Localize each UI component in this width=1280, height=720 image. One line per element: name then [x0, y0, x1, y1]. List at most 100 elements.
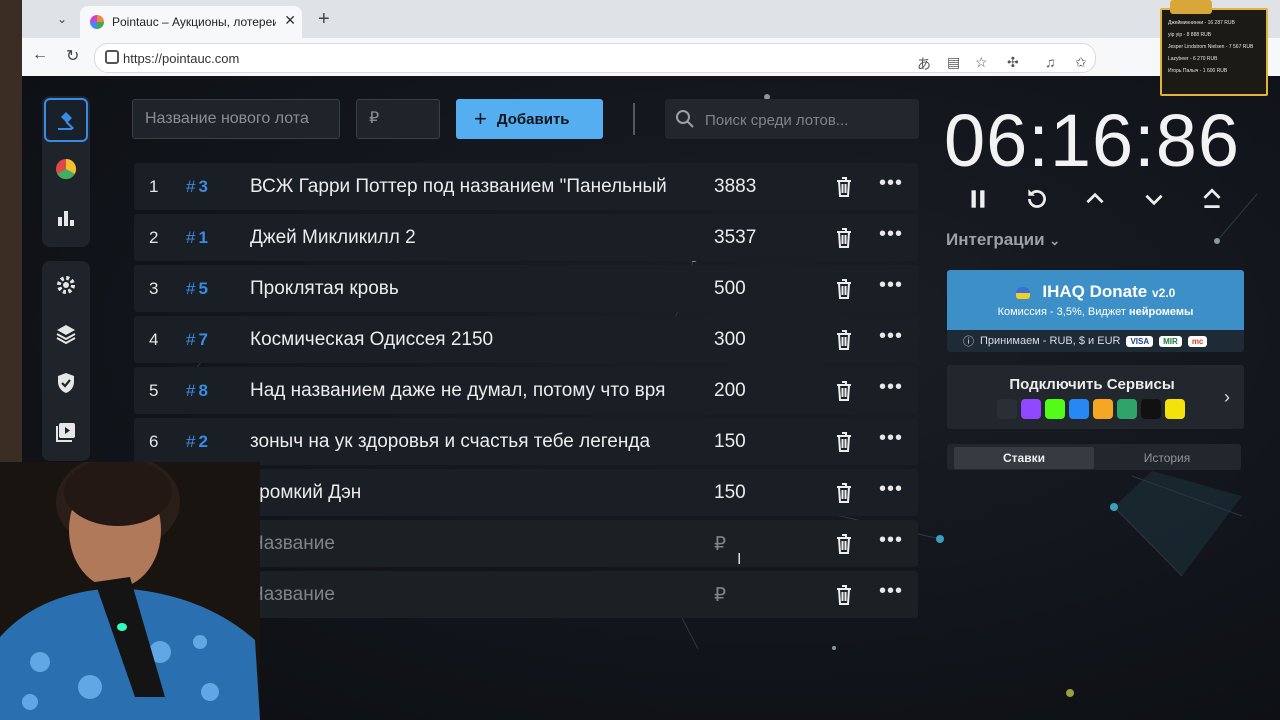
- donor-entry: Jesper Lindstrom Nielsen - 7 567 RUB: [1168, 44, 1254, 50]
- extensions-puzzle-icon[interactable]: ✣: [1007, 54, 1019, 71]
- more-options-icon[interactable]: •••: [879, 478, 903, 501]
- lot-amount-field[interactable]: 150: [714, 431, 746, 453]
- back-arrow-icon[interactable]: ←: [32, 46, 48, 64]
- lot-name-field[interactable]: Джей Микликилл 2: [250, 227, 690, 249]
- lot-id: #3: [186, 177, 208, 196]
- top-donors-overlay: Джейминнинни - 16 287 RUB yip yip - 8 888…: [1160, 0, 1268, 96]
- trash-icon[interactable]: [834, 431, 854, 453]
- media-icon[interactable]: ♫: [1045, 54, 1056, 70]
- trash-icon[interactable]: [834, 533, 854, 555]
- service-icon-5[interactable]: [1117, 399, 1137, 419]
- reload-icon[interactable]: ↻: [66, 46, 79, 66]
- trash-icon[interactable]: [834, 329, 854, 351]
- favorite-star-icon[interactable]: ☆: [975, 54, 988, 71]
- more-options-icon[interactable]: •••: [879, 529, 903, 552]
- favorites-list-icon[interactable]: ✩: [1075, 54, 1087, 71]
- lot-name-field[interactable]: Название: [250, 533, 690, 555]
- service-icon-1[interactable]: [1021, 399, 1041, 419]
- subtract-time-button[interactable]: [1137, 184, 1171, 214]
- sidebar-item-layers[interactable]: [44, 312, 88, 356]
- sidebar-item-settings[interactable]: [44, 263, 88, 307]
- donate-payment-methods: ⓘ Принимаем - RUB, $ и EUR VISA MIR mc: [947, 330, 1244, 352]
- mir-card-icon: MIR: [1159, 335, 1182, 347]
- service-icon-7[interactable]: [1165, 399, 1185, 419]
- more-options-icon[interactable]: •••: [879, 172, 903, 195]
- double-time-button[interactable]: [1195, 184, 1229, 214]
- trash-icon[interactable]: [834, 278, 854, 300]
- service-icon-0[interactable]: [997, 399, 1017, 419]
- service-icon-3[interactable]: [1069, 399, 1089, 419]
- donate-version: v2.0: [1151, 286, 1176, 300]
- sidebar-item-security[interactable]: [44, 361, 88, 405]
- lot-name-field[interactable]: ВСЖ Гарри Поттер под названием "Панельны…: [250, 176, 690, 198]
- lot-id-value: 3: [198, 177, 208, 196]
- more-options-icon[interactable]: •••: [879, 427, 903, 450]
- browser-tab[interactable]: Pointauc – Аукционы, лотереи и ✕: [80, 6, 302, 38]
- more-options-icon[interactable]: •••: [879, 376, 903, 399]
- service-icon-2[interactable]: [1045, 399, 1065, 419]
- address-bar[interactable]: https://pointauc.com あ ▤ ☆ ✣ ♫ ✩: [94, 43, 1096, 73]
- trash-icon[interactable]: [834, 380, 854, 402]
- lot-amount-field[interactable]: 3537: [714, 227, 756, 249]
- lot-row[interactable]: 6 #2 зоныч на ук здоровья и счастья тебе л…: [134, 418, 918, 465]
- donate-service-name: IHAQ Donate: [1042, 282, 1148, 301]
- lot-amount-field[interactable]: 500: [714, 278, 746, 300]
- add-time-button[interactable]: [1078, 184, 1112, 214]
- translate-icon[interactable]: あ: [917, 54, 931, 74]
- new-tab-plus-icon[interactable]: +: [318, 8, 330, 30]
- lot-amount-field[interactable]: ₽: [714, 533, 726, 556]
- more-options-icon[interactable]: •••: [879, 274, 903, 297]
- new-lot-amount-input[interactable]: [356, 99, 440, 139]
- lot-row[interactable]: 5 #8 Над названием даже не думал, потому ч…: [134, 367, 918, 414]
- service-icon-4[interactable]: [1093, 399, 1113, 419]
- reader-mode-icon[interactable]: ▤: [947, 54, 960, 71]
- lot-name-field[interactable]: зоныч на ук здоровья и счастья тебе леге…: [250, 431, 690, 453]
- wheel-pie-icon: [56, 158, 77, 180]
- sidebar-item-auction[interactable]: [44, 98, 88, 142]
- lot-row[interactable]: 4 #7 Космическая Одиссея 2150 300 •••: [134, 316, 918, 363]
- trash-icon[interactable]: [834, 227, 854, 249]
- lot-row[interactable]: 1 #3 ВСЖ Гарри Поттер под названием "Панел…: [134, 163, 918, 210]
- lot-row[interactable]: 2 #1 Джей Микликилл 2 3537 •••: [134, 214, 918, 261]
- tab-history[interactable]: История: [1097, 447, 1237, 469]
- sidebar-item-wheel[interactable]: [44, 147, 88, 191]
- lot-id-value: 2: [198, 432, 208, 451]
- gear-icon: [57, 276, 75, 294]
- ihaq-donate-banner[interactable]: IHAQ Donate v2.0 Комиссия - 3,5%, Виджет…: [947, 270, 1244, 352]
- lot-amount-field[interactable]: 150: [714, 482, 746, 504]
- more-options-icon[interactable]: •••: [879, 580, 903, 603]
- connect-services-card[interactable]: Подключить Сервисы ›: [947, 365, 1244, 429]
- lot-amount-field[interactable]: 3883: [714, 176, 756, 198]
- sidebar-item-stats[interactable]: [44, 196, 88, 240]
- lot-name-field[interactable]: Громкий Дэн: [250, 482, 690, 504]
- lot-position: 3: [149, 279, 159, 298]
- add-lot-button[interactable]: + Добавить: [456, 99, 603, 139]
- service-icons: [997, 399, 1185, 419]
- auction-gavel-icon: [58, 112, 74, 130]
- lot-amount-field[interactable]: 200: [714, 380, 746, 402]
- trash-icon[interactable]: [834, 176, 854, 198]
- integrations-toggle[interactable]: Интеграции ⌄: [946, 230, 1060, 250]
- pause-button[interactable]: [961, 184, 995, 214]
- lot-id-value: 5: [198, 279, 208, 298]
- reset-timer-button[interactable]: [1020, 184, 1054, 214]
- lot-name-field[interactable]: Над названием даже не думал, потому что …: [250, 380, 690, 402]
- lot-amount-field[interactable]: ₽: [714, 584, 726, 607]
- tab-bids[interactable]: Ставки: [954, 447, 1094, 469]
- more-options-icon[interactable]: •••: [879, 325, 903, 348]
- lot-name-field[interactable]: Название: [250, 584, 690, 606]
- trash-icon[interactable]: [834, 482, 854, 504]
- lot-row[interactable]: 3 #5 Проклятая кровь 500 •••: [134, 265, 918, 312]
- lot-name-field[interactable]: Космическая Одиссея 2150: [250, 329, 690, 351]
- sidebar-item-video[interactable]: [44, 410, 88, 454]
- tab-actions-chevron-icon[interactable]: ⌄: [50, 8, 74, 30]
- lot-search[interactable]: [665, 99, 919, 141]
- lot-amount-field[interactable]: 300: [714, 329, 746, 351]
- lot-name-field[interactable]: Проклятая кровь: [250, 278, 690, 300]
- lot-search-input[interactable]: [703, 99, 917, 141]
- trash-icon[interactable]: [834, 584, 854, 606]
- more-options-icon[interactable]: •••: [879, 223, 903, 246]
- close-tab-icon[interactable]: ✕: [284, 12, 296, 29]
- service-icon-6[interactable]: [1141, 399, 1161, 419]
- new-lot-name-input[interactable]: [132, 99, 340, 139]
